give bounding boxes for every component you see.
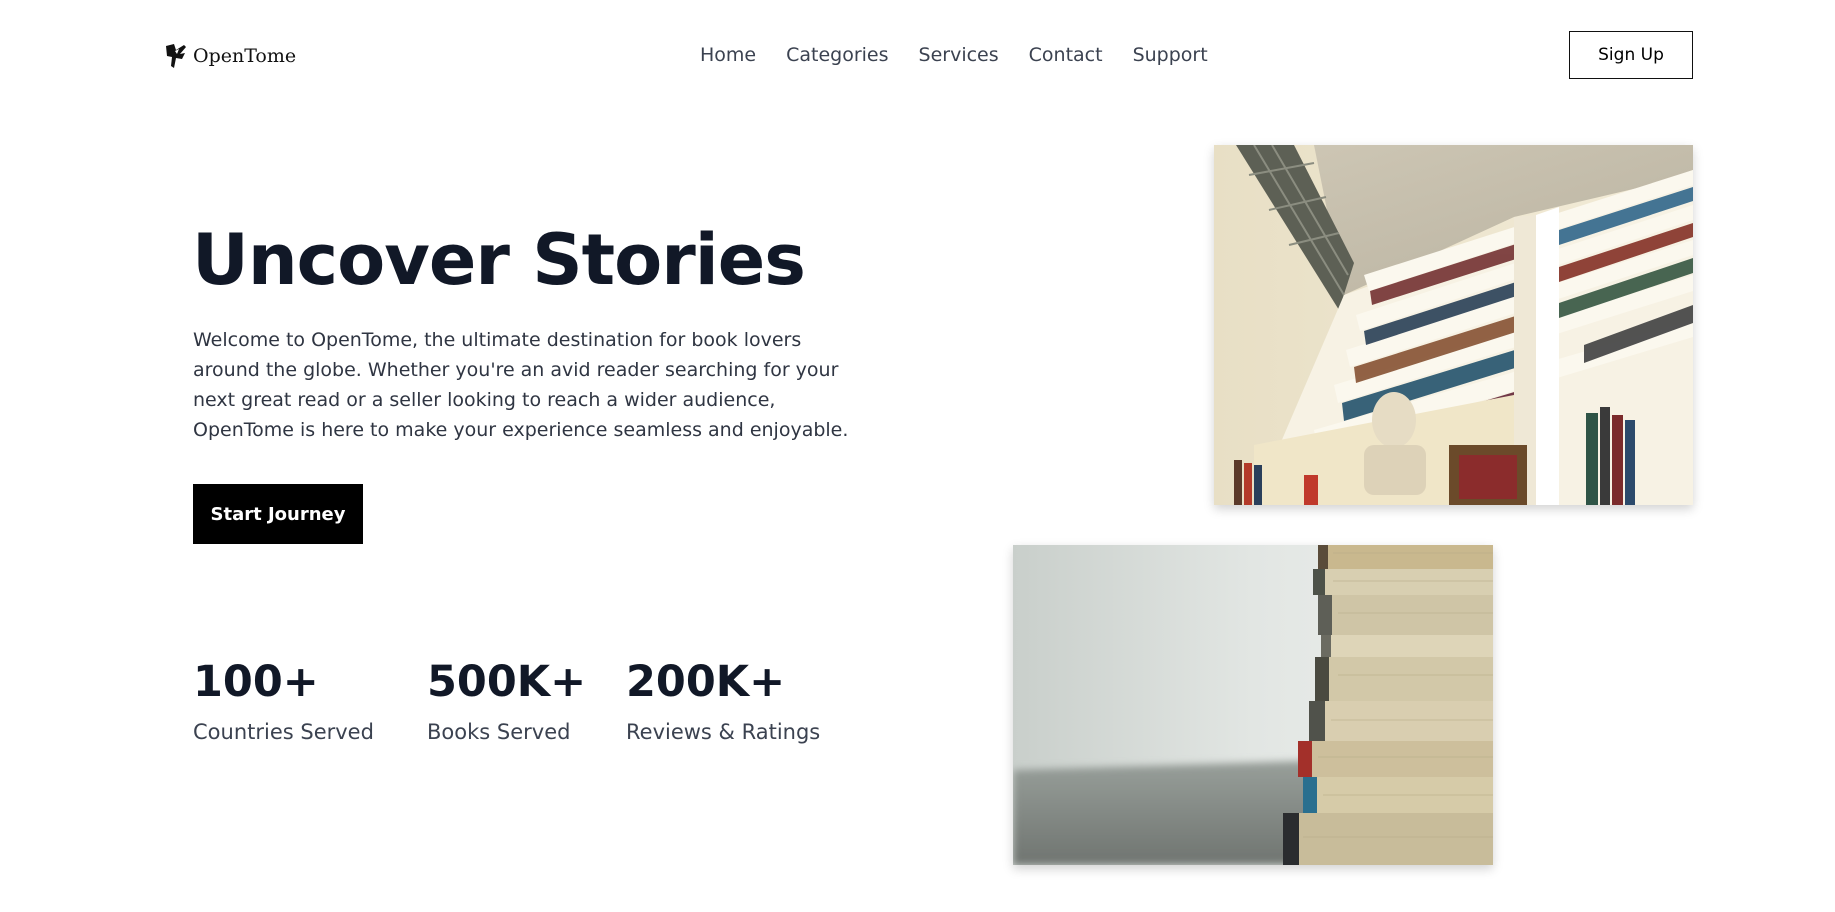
nav-link-support[interactable]: Support [1133, 44, 1208, 66]
book-wing-logo-icon [164, 42, 188, 70]
stat-label: Countries Served [193, 720, 374, 744]
start-journey-button[interactable]: Start Journey [193, 484, 363, 544]
hero-description: Welcome to OpenTome, the ultimate destin… [193, 329, 849, 441]
nav-link-home[interactable]: Home [700, 44, 756, 66]
nav-link-contact[interactable]: Contact [1029, 44, 1103, 66]
stat-label: Books Served [427, 720, 571, 744]
landing-page: OpenTome Home Categories Services Contac… [0, 0, 1835, 912]
signup-button[interactable]: Sign Up [1569, 31, 1693, 79]
nav-item-services: Services [919, 43, 999, 67]
main-nav: Home Categories Services Contact Support [700, 43, 1208, 67]
stat-value: 100+ [193, 657, 319, 707]
stat-value: 500K+ [427, 657, 587, 707]
stat-reviews: 200K+ Reviews & Ratings [626, 656, 820, 746]
nav-item-categories: Categories [786, 43, 888, 67]
nav-item-home: Home [700, 43, 756, 67]
stat-label: Reviews & Ratings [626, 720, 821, 744]
hero-title: Uncover Stories [192, 219, 806, 301]
brand-logo[interactable]: OpenTome [164, 42, 296, 70]
nav-link-categories[interactable]: Categories [786, 44, 888, 66]
nav-link-services[interactable]: Services [919, 44, 999, 66]
stat-books: 500K+ Books Served [427, 656, 586, 746]
nav-item-contact: Contact [1029, 43, 1103, 67]
bookshelf-photo [1214, 145, 1693, 505]
stat-countries: 100+ Countries Served [193, 656, 374, 746]
nav-item-support: Support [1133, 43, 1208, 67]
stat-value: 200K+ [626, 657, 786, 707]
book-stack-photo [1013, 545, 1493, 865]
brand-name: OpenTome [193, 45, 297, 67]
